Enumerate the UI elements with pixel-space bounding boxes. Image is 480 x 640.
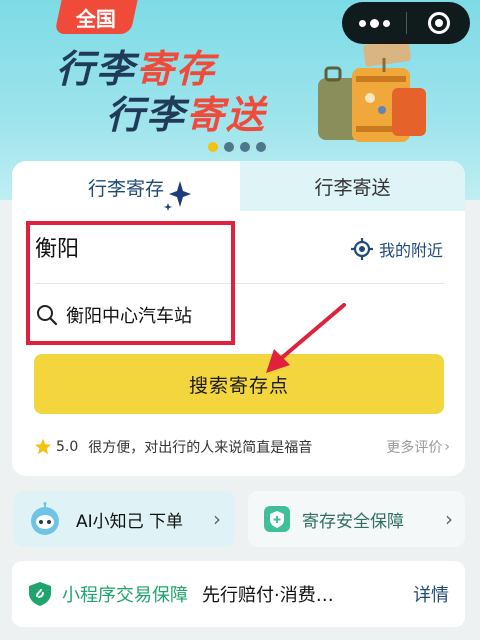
target-close-icon xyxy=(427,12,450,34)
more-menu-button[interactable] xyxy=(342,2,406,44)
storage-safety-button[interactable]: 寄存安全保障 › xyxy=(248,491,465,547)
guarantee-shield-icon xyxy=(29,582,51,606)
annotation-arrow-icon xyxy=(266,303,346,373)
my-nearby-button[interactable]: 我的附近 xyxy=(350,237,443,261)
slogan-delivery-part-a: 行李 xyxy=(106,93,187,137)
shield-plus-icon xyxy=(264,506,290,532)
star-icon xyxy=(34,438,52,455)
more-dot-icon xyxy=(382,19,390,27)
annotation-highlight-box xyxy=(26,221,235,345)
tab-luggage-delivery[interactable]: 行李寄送 xyxy=(240,161,465,211)
my-nearby-label: 我的附近 xyxy=(378,241,443,260)
miniprogram-capsule xyxy=(342,2,470,44)
chevron-right-icon: › xyxy=(213,507,221,531)
carousel-dot xyxy=(208,142,218,152)
slogan-delivery: 行李寄送 xyxy=(106,84,266,139)
guarantee-title: 小程序交易保障 xyxy=(62,585,188,606)
tab-luggage-storage[interactable]: 行李寄存 xyxy=(12,161,240,213)
search-storage-button[interactable]: 搜索寄存点 xyxy=(34,354,444,414)
rating-score: 5.0 xyxy=(56,439,79,455)
search-card: 行李寄送 行李寄存 衡阳 我的附近 衡阳中心汽车站 搜索寄存点 5.0 很方便，… xyxy=(12,161,465,476)
nationwide-badge: 全国 xyxy=(54,0,138,34)
chevron-right-icon: › xyxy=(444,439,450,455)
review-row: 5.0 很方便，对出行的人来说简直是福音 更多评价 › xyxy=(34,435,450,459)
nationwide-badge-label: 全国 xyxy=(76,6,116,31)
more-reviews-link[interactable]: 更多评价 › xyxy=(386,437,450,457)
ai-assistant-label: AI小知己 下单 xyxy=(76,511,184,532)
chevron-right-icon: › xyxy=(445,507,453,531)
transaction-guarantee-bar[interactable]: 小程序交易保障 先行赔付·消费… 详情 xyxy=(12,561,465,627)
more-reviews-label: 更多评价 xyxy=(386,440,443,456)
carousel-indicator xyxy=(208,142,266,152)
storage-safety-label: 寄存安全保障 xyxy=(302,511,404,532)
carousel-dot xyxy=(256,142,266,152)
guarantee-detail-link[interactable]: 详情 xyxy=(413,581,449,607)
review-text: 很方便，对出行的人来说简直是福音 xyxy=(88,440,313,456)
more-dot-icon xyxy=(369,18,379,28)
carousel-dot xyxy=(224,142,234,152)
carousel-dot xyxy=(240,142,250,152)
sparkle-icon xyxy=(164,181,191,211)
slogan-delivery-part-b: 寄送 xyxy=(186,93,267,137)
ai-assistant-order-button[interactable]: AI小知己 下单 › xyxy=(14,491,235,547)
luggage-illustration xyxy=(318,39,426,142)
robot-avatar-icon xyxy=(31,502,59,535)
guarantee-description: 先行赔付·消费… xyxy=(202,585,334,606)
close-miniprogram-button[interactable] xyxy=(407,2,470,44)
more-dot-icon xyxy=(358,19,366,27)
locate-icon xyxy=(350,238,373,260)
service-tabs: 行李寄送 行李寄存 xyxy=(12,161,465,213)
